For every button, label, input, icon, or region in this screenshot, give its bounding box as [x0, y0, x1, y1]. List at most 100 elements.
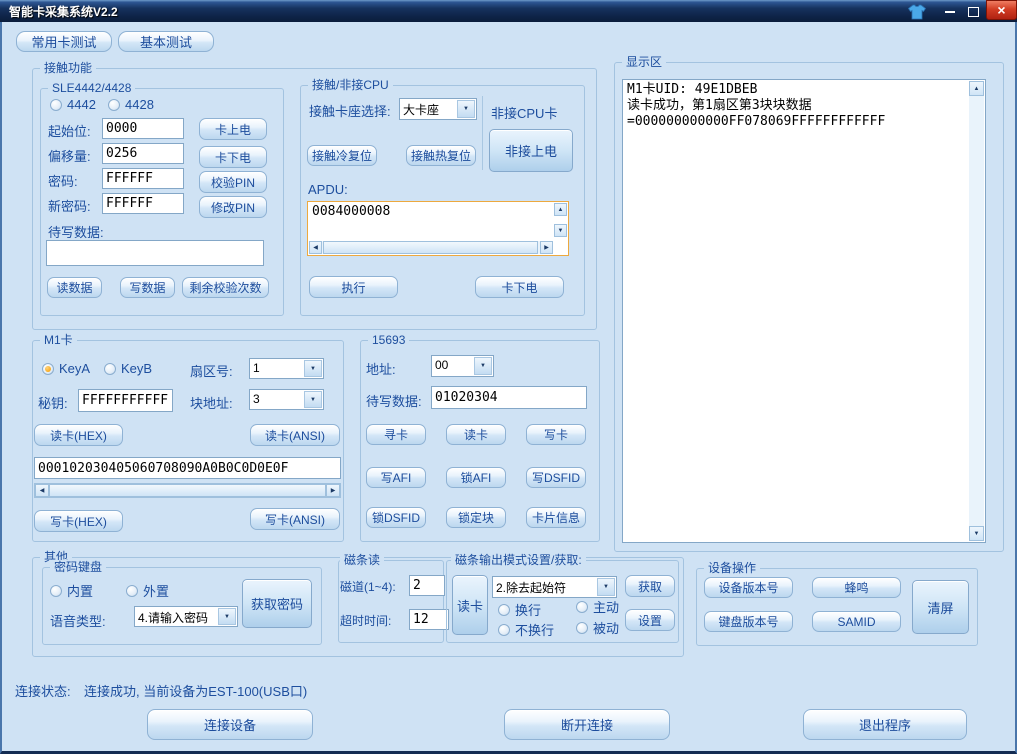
mag-mode-set-button[interactable]: 设置	[625, 609, 675, 631]
m1-hscroll-bar[interactable]: ◀ ▶	[34, 483, 341, 498]
apdu-input-area[interactable]: 0084000008 ▲ ▼ ◀ ▶	[307, 201, 569, 256]
chevron-down-icon[interactable]: ▼	[218, 608, 236, 625]
apdu-hscroll-thumb[interactable]	[323, 241, 538, 254]
radio-active[interactable]: 主动	[576, 597, 619, 616]
sle-group-title: SLE4442/4428	[48, 81, 135, 96]
chevron-down-icon[interactable]: ▼	[304, 360, 322, 377]
mag-read-card-button[interactable]: 读卡	[452, 575, 488, 635]
password-field[interactable]	[102, 168, 184, 189]
verify-pin-button[interactable]: 校验PIN	[199, 171, 267, 193]
radio-newline[interactable]: 换行	[498, 600, 541, 619]
block-select[interactable]: 3 ▼	[249, 389, 324, 410]
contact-hot-reset-button[interactable]: 接触热复位	[406, 145, 476, 166]
clear-screen-button[interactable]: 清屏	[912, 580, 969, 634]
m1-group-title: M1卡	[40, 333, 77, 348]
new-password-field[interactable]	[102, 193, 184, 214]
tab-common-card-test[interactable]: 常用卡测试	[16, 31, 112, 52]
modify-pin-button[interactable]: 修改PIN	[199, 196, 267, 218]
connect-device-button[interactable]: 连接设备	[147, 709, 313, 740]
execute-button[interactable]: 执行	[309, 276, 398, 298]
lock-dsfid-button[interactable]: 锁DSFID	[366, 507, 426, 528]
card-power-on-button[interactable]: 卡上电	[199, 118, 267, 140]
radio-passive[interactable]: 被动	[576, 618, 619, 637]
radio-4442[interactable]: 4442	[50, 97, 96, 112]
display-scroll-up-icon[interactable]: ▲	[969, 81, 984, 96]
cpu-card-power-off-button[interactable]: 卡下电	[475, 276, 564, 298]
chevron-down-icon[interactable]: ▼	[474, 357, 492, 375]
write-data-label: 待写数据:	[48, 222, 104, 241]
key-label: 秘钥:	[38, 393, 68, 412]
write-card-hex-button[interactable]: 写卡(HEX)	[34, 510, 123, 532]
read-card-button[interactable]: 读卡	[446, 424, 506, 445]
chevron-down-icon[interactable]: ▼	[457, 100, 475, 118]
beep-button[interactable]: 蜂鸣	[812, 577, 901, 598]
chevron-down-icon[interactable]: ▼	[304, 391, 322, 408]
tab-basic-test[interactable]: 基本测试	[118, 31, 214, 52]
radio-4442-dot	[50, 99, 62, 111]
display-scroll-down-icon[interactable]: ▼	[969, 526, 984, 541]
display-output-area[interactable]: M1卡UID: 49E1DBEB 读卡成功，第1扇区第3块块数据 =000000…	[622, 79, 986, 543]
sector-select[interactable]: 1 ▼	[249, 358, 324, 379]
device-version-button[interactable]: 设备版本号	[704, 577, 793, 598]
mag-mode-get-button[interactable]: 获取	[625, 575, 675, 597]
radio-keyb-dot	[104, 363, 116, 375]
contactless-power-on-button[interactable]: 非接上电	[489, 129, 573, 172]
m1-scroll-left-icon[interactable]: ◀	[35, 484, 49, 497]
display-vscroll-track[interactable]	[969, 81, 984, 541]
apdu-scroll-down-icon[interactable]: ▼	[554, 224, 567, 237]
minimize-button[interactable]	[940, 4, 960, 19]
radio-keyb[interactable]: KeyB	[104, 361, 152, 376]
disconnect-button[interactable]: 断开连接	[504, 709, 670, 740]
read-card-ansi-button[interactable]: 读卡(ANSI)	[250, 424, 340, 446]
contact-cold-reset-button[interactable]: 接触冷复位	[307, 145, 377, 166]
m1-data-field[interactable]	[34, 457, 341, 479]
seek-card-button[interactable]: 寻卡	[366, 424, 426, 445]
write-afi-button[interactable]: 写AFI	[366, 467, 426, 488]
close-button[interactable]: ×	[986, 0, 1017, 20]
write-card-button[interactable]: 写卡	[526, 424, 586, 445]
remaining-verify-count-button[interactable]: 剩余校验次数	[182, 277, 269, 298]
card-power-off-button[interactable]: 卡下电	[199, 146, 267, 168]
skin-button[interactable]	[905, 3, 929, 20]
track-field[interactable]	[409, 575, 445, 596]
exit-program-button[interactable]: 退出程序	[803, 709, 967, 740]
radio-internal[interactable]: 内置	[50, 581, 93, 600]
card-info-button[interactable]: 卡片信息	[526, 507, 586, 528]
offset-field[interactable]	[102, 143, 184, 164]
chevron-down-icon[interactable]: ▼	[597, 578, 615, 596]
track-label: 磁道(1~4):	[340, 578, 396, 595]
voice-type-select[interactable]: 4.请输入密码 ▼	[134, 606, 238, 627]
apdu-scroll-up-icon[interactable]: ▲	[554, 203, 567, 216]
get-password-button[interactable]: 获取密码	[242, 579, 312, 628]
radio-external-label: 外置	[143, 581, 169, 600]
keyboard-version-button[interactable]: 键盘版本号	[704, 611, 793, 632]
radio-external[interactable]: 外置	[126, 581, 169, 600]
address-select[interactable]: 00 ▼	[431, 355, 494, 377]
apdu-scroll-left-icon[interactable]: ◀	[309, 241, 322, 254]
block-select-value: 3	[250, 390, 303, 409]
iso15693-write-data-field[interactable]	[431, 386, 587, 409]
write-card-ansi-button[interactable]: 写卡(ANSI)	[250, 508, 340, 530]
m1-scroll-right-icon[interactable]: ▶	[326, 484, 340, 497]
display-group-title: 显示区	[622, 55, 666, 70]
read-data-button[interactable]: 读数据	[47, 277, 102, 298]
lock-afi-button[interactable]: 锁AFI	[446, 467, 506, 488]
maximize-button[interactable]	[963, 4, 983, 19]
timeout-field[interactable]	[409, 609, 449, 630]
read-card-hex-button[interactable]: 读卡(HEX)	[34, 424, 123, 446]
key-field[interactable]	[78, 389, 173, 412]
samid-button[interactable]: SAMID	[812, 611, 901, 632]
lock-block-button[interactable]: 锁定块	[446, 507, 506, 528]
radio-4428[interactable]: 4428	[108, 97, 154, 112]
m1-hscroll-thumb[interactable]	[49, 484, 326, 497]
radio-no-newline[interactable]: 不换行	[498, 620, 554, 639]
start-bit-field[interactable]	[102, 118, 184, 139]
write-data-field[interactable]	[46, 240, 264, 266]
write-data-button[interactable]: 写数据	[120, 277, 175, 298]
write-dsfid-button[interactable]: 写DSFID	[526, 467, 586, 488]
radio-keya[interactable]: KeyA	[42, 361, 90, 376]
apdu-scroll-right-icon[interactable]: ▶	[540, 241, 553, 254]
socket-select[interactable]: 大卡座 ▼	[399, 98, 477, 120]
mag-mode-select[interactable]: 2.除去起始符 ▼	[492, 576, 617, 598]
connection-status-label: 连接状态:	[15, 681, 71, 700]
